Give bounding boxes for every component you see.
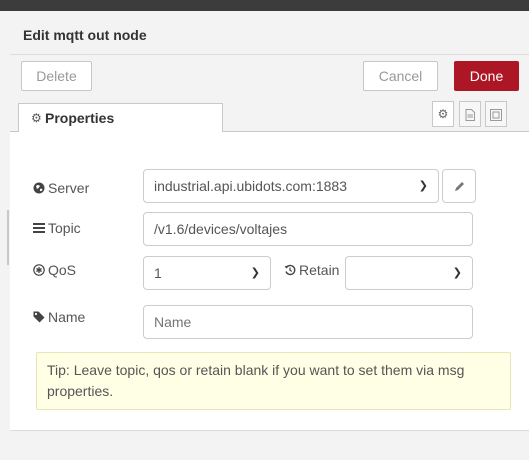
tip-box: Tip: Leave topic, qos or retain blank if… — [36, 352, 511, 410]
dialog-actions: Delete Cancel Done — [10, 55, 529, 99]
chevron-down-icon: ❯ — [418, 180, 428, 192]
topic-label-text: Topic — [48, 220, 81, 236]
gear-icon: ⚙ — [31, 111, 42, 125]
tab-properties-label: Properties — [45, 110, 115, 126]
topic-value: /v1.6/devices/voltajes — [154, 221, 288, 237]
document-icon — [465, 108, 475, 121]
window-top-bar — [0, 0, 529, 11]
delete-button[interactable]: Delete — [21, 61, 92, 91]
qos-value: 1 — [154, 265, 162, 281]
chevron-down-icon: ❯ — [452, 267, 462, 279]
asterisk-circle-icon — [32, 264, 45, 278]
retain-select[interactable]: ❯ — [345, 256, 473, 290]
tab-properties[interactable]: ⚙ Properties — [18, 103, 223, 132]
qos-label-text: QoS — [48, 262, 77, 278]
tabs-bar: ⚙ Properties ⚙ — [10, 99, 529, 132]
tab-appearance-icon[interactable] — [485, 101, 507, 127]
server-value: industrial.api.ubidots.com:1883 — [154, 178, 348, 194]
resize-handle[interactable] — [7, 210, 9, 265]
server-label-text: Server — [48, 180, 90, 196]
tasks-icon — [32, 222, 45, 236]
globe-icon — [32, 182, 45, 196]
retain-label: Retain — [283, 262, 339, 278]
properties-panel: Server industrial.api.ubidots.com:1883 ❯… — [10, 132, 529, 430]
retain-label-text: Retain — [299, 262, 340, 278]
server-select[interactable]: industrial.api.ubidots.com:1883 ❯ — [143, 169, 439, 203]
qos-select[interactable]: 1 ❯ — [143, 256, 271, 290]
edit-server-button[interactable] — [442, 169, 476, 203]
server-label: Server — [32, 180, 89, 196]
tag-icon — [32, 311, 45, 325]
dialog-footer — [10, 430, 529, 460]
dialog-header: Edit mqtt out node — [10, 11, 529, 55]
tab-description-icon[interactable] — [459, 101, 481, 127]
pencil-icon — [454, 182, 464, 192]
name-label-text: Name — [48, 309, 86, 325]
topic-label: Topic — [32, 220, 81, 236]
name-input[interactable] — [143, 305, 473, 339]
cancel-button[interactable]: Cancel — [363, 61, 438, 91]
frame-icon — [490, 108, 502, 121]
tip-text: Tip: Leave topic, qos or retain blank if… — [47, 362, 465, 399]
topic-input[interactable]: /v1.6/devices/voltajes — [143, 212, 473, 246]
qos-label: QoS — [32, 262, 76, 278]
chevron-down-icon: ❯ — [250, 267, 260, 279]
history-icon — [283, 264, 296, 278]
dialog-title: Edit mqtt out node — [23, 27, 147, 43]
tab-settings-icon[interactable]: ⚙ — [432, 101, 454, 127]
name-label: Name — [32, 309, 85, 325]
done-button[interactable]: Done — [454, 61, 519, 91]
